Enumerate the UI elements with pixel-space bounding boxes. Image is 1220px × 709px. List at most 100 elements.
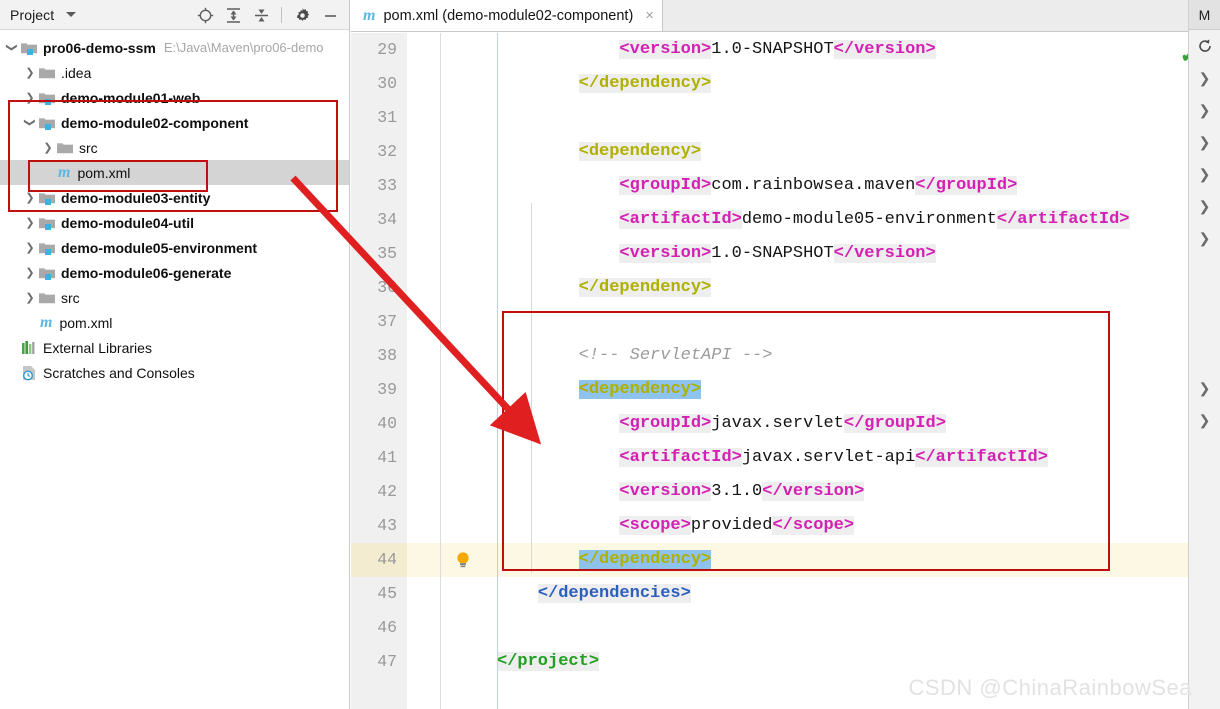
chevron-right-icon[interactable]: ❯ (1189, 372, 1220, 404)
tree-row[interactable]: ❯mpom.xml (0, 310, 349, 335)
chevron-right-icon[interactable]: ❯ (1189, 158, 1220, 190)
locate-icon[interactable] (192, 2, 218, 28)
collapse-all-icon[interactable] (248, 2, 274, 28)
code-token: <artifactId> (619, 448, 742, 467)
tree-row[interactable]: ❯ demo-module03-entity (0, 185, 349, 210)
tree-row[interactable]: ❯ pro06-demo-ssm E:\Java\Maven\pro06-demo (0, 35, 349, 60)
tree-row[interactable]: ❯mpom.xml (0, 160, 349, 185)
code-line[interactable]: </dependencies> (497, 577, 1220, 611)
tool-window-tab-maven[interactable]: M (1189, 0, 1220, 30)
chevron-right-icon[interactable]: ❯ (22, 216, 38, 229)
folder-icon (38, 64, 56, 82)
tree-row[interactable]: ❯ src (0, 135, 349, 160)
maven-file-icon: m (40, 313, 53, 331)
chevron-right-icon[interactable]: ❯ (22, 241, 38, 254)
chevron-right-icon[interactable]: ❯ (40, 141, 56, 154)
chevron-down-icon[interactable]: ❯ (1189, 222, 1220, 254)
tab-pom-xml[interactable]: m pom.xml (demo-module02-component) × (351, 0, 664, 31)
chevron-right-icon[interactable]: ❯ (22, 191, 38, 204)
tree-row[interactable]: ❯ demo-module02-component (0, 110, 349, 135)
chevron-down-icon[interactable] (66, 12, 77, 17)
current-line-highlight (407, 543, 440, 577)
line-number-gutter: 29 30 31 32 33 34 35 36 37 38 39 40 41 42 43 44 45 46 47 (351, 33, 407, 709)
code-line[interactable]: </project> (497, 645, 1220, 679)
line-number: 40 (377, 414, 397, 433)
chevron-right-icon[interactable]: ❯ (22, 66, 38, 79)
tree-row[interactable]: ❯ demo-module05-environment (0, 235, 349, 260)
tree-row[interactable]: ❯ demo-module04-util (0, 210, 349, 235)
code-line[interactable]: <dependency> (497, 373, 1220, 407)
code-token: <dependency> (578, 142, 702, 161)
code-line[interactable]: </dependency> (497, 543, 1220, 577)
chevron-right-icon[interactable]: ❯ (22, 91, 38, 104)
tree-row-label: src (61, 289, 80, 306)
module-folder-icon (38, 239, 56, 257)
tree-row-label: demo-module03-entity (61, 189, 211, 206)
code-content[interactable]: <version>1.0-SNAPSHOT</version> </depend… (497, 33, 1220, 709)
code-token: </groupId> (915, 176, 1018, 195)
code-token: <dependency> (578, 380, 702, 399)
code-editor[interactable]: 29 30 31 32 33 34 35 36 37 38 39 40 41 42 43 44 45 46 47 <… (351, 33, 1220, 709)
maven-reload-icon[interactable] (1189, 30, 1220, 62)
code-folding-column[interactable] (407, 33, 487, 709)
intention-bulb-icon[interactable] (453, 550, 473, 575)
code-line[interactable]: <artifactId>javax.servlet-api</artifactI… (497, 441, 1220, 475)
module-folder-icon (38, 89, 56, 107)
code-line[interactable]: <artifactId>demo-module05-environment</a… (497, 203, 1220, 237)
hide-panel-icon[interactable] (317, 2, 343, 28)
tree-row[interactable]: ❯ src (0, 285, 349, 310)
chevron-right-icon[interactable]: ❯ (22, 266, 38, 279)
code-line[interactable] (497, 611, 1220, 645)
code-line[interactable]: <scope>provided</scope> (497, 509, 1220, 543)
tree-row-label: pro06-demo-ssm (43, 39, 156, 56)
tree-row[interactable]: ❯Scratches and Consoles (0, 360, 349, 385)
tree-row-label: pom.xml (77, 164, 131, 181)
code-line[interactable] (497, 305, 1220, 339)
tree-row-label: Scratches and Consoles (43, 364, 195, 381)
chevron-right-icon[interactable]: ❯ (22, 291, 38, 304)
code-token: provided (690, 516, 773, 535)
chevron-right-icon[interactable]: ❯ (1189, 126, 1220, 158)
chevron-down-icon[interactable]: ❯ (6, 40, 19, 56)
tree-row[interactable]: ❯ demo-module01-web (0, 85, 349, 110)
code-line[interactable]: </dependency> (497, 67, 1220, 101)
libraries-icon (20, 339, 38, 357)
code-line[interactable] (497, 101, 1220, 135)
chevron-right-icon[interactable]: ❯ (1189, 190, 1220, 222)
settings-gear-icon[interactable] (289, 2, 315, 28)
code-line[interactable]: <version>1.0-SNAPSHOT</version> (497, 237, 1220, 271)
code-token: </groupId> (843, 414, 946, 433)
tree-row[interactable]: ❯ .idea (0, 60, 349, 85)
code-token: <scope> (619, 516, 691, 535)
chevron-right-icon[interactable]: ❯ (1189, 62, 1220, 94)
tree-row[interactable]: ❯External Libraries (0, 335, 349, 360)
chevron-right-icon[interactable]: ❯ (1189, 94, 1220, 126)
chevron-down-icon[interactable]: ❯ (24, 115, 37, 131)
code-line[interactable]: </dependency> (497, 271, 1220, 305)
project-tree[interactable]: ❯ pro06-demo-ssm E:\Java\Maven\pro06-demo ❯… (0, 31, 349, 709)
tree-row[interactable]: ❯ demo-module06-generate (0, 260, 349, 285)
close-icon[interactable]: × (645, 8, 654, 23)
code-line[interactable]: <version>1.0-SNAPSHOT</version> (497, 33, 1220, 67)
code-line[interactable]: <dependency> (497, 135, 1220, 169)
code-token: javax.servlet (711, 414, 844, 433)
code-line[interactable]: <groupId>com.rainbowsea.maven</groupId> (497, 169, 1220, 203)
code-token: </version> (762, 482, 865, 501)
code-token: <artifactId> (619, 210, 742, 229)
line-number: 47 (377, 652, 397, 671)
code-token: 3.1.0 (711, 482, 763, 501)
line-number: 36 (377, 278, 397, 297)
code-line[interactable]: <groupId>javax.servlet</groupId> (497, 407, 1220, 441)
code-line[interactable]: <!-- ServletAPI --> (497, 339, 1220, 373)
code-line[interactable]: <version>3.1.0</version> (497, 475, 1220, 509)
code-token: <version> (619, 244, 712, 263)
chevron-down-icon[interactable]: ❯ (1189, 404, 1220, 436)
expand-all-icon[interactable] (220, 2, 246, 28)
